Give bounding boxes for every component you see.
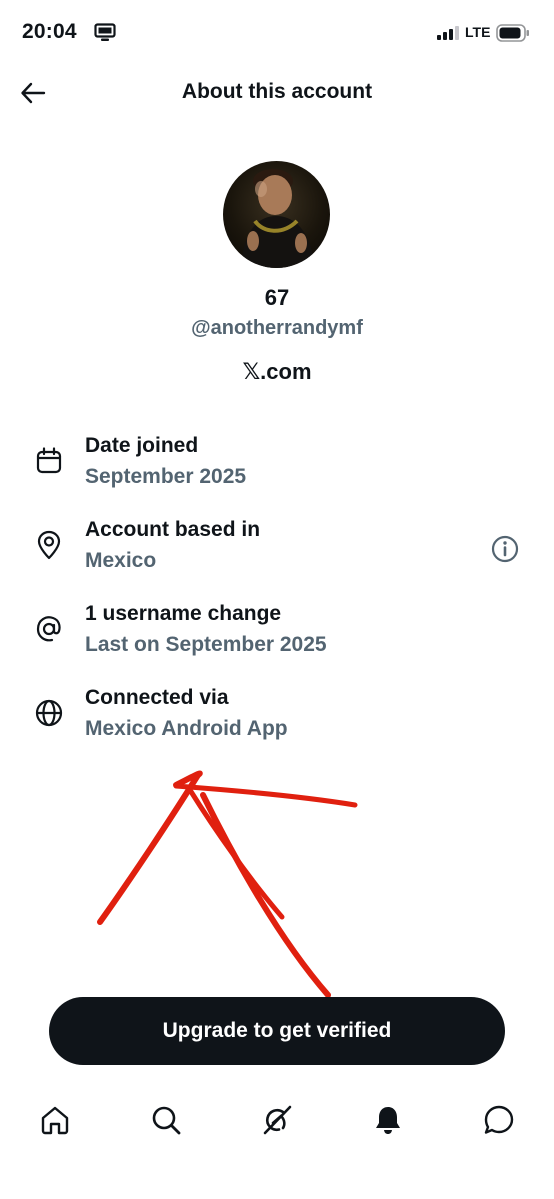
status-bar: 20:04 LTE [0, 0, 554, 66]
account-source: 𝕏.com [242, 359, 312, 384]
location-pin-icon [34, 530, 64, 560]
network-type: LTE [465, 24, 491, 40]
account-handle: @anotherrandymf [191, 317, 363, 339]
date-joined-value: September 2025 [85, 465, 247, 488]
username-change-label: 1 username change [85, 602, 282, 625]
grok-icon[interactable] [259, 1102, 295, 1138]
bottom-tab-bar [0, 1090, 554, 1150]
notifications-bell-icon[interactable] [370, 1102, 406, 1138]
at-sign-icon [34, 614, 64, 644]
status-time: 20:04 [22, 20, 77, 43]
screen-mirroring-icon [94, 23, 116, 47]
home-icon[interactable] [37, 1102, 73, 1138]
username-change-value: Last on September 2025 [85, 633, 327, 656]
connected-via-value: Mexico Android App [85, 717, 288, 740]
search-icon[interactable] [148, 1102, 184, 1138]
battery-icon [496, 24, 530, 47]
calendar-icon [34, 446, 64, 476]
account-based-in-label: Account based in [85, 518, 261, 541]
page-title: About this account [181, 80, 373, 103]
avatar [223, 161, 330, 268]
display-name: 67 [264, 285, 290, 310]
info-circle-icon[interactable] [490, 534, 520, 564]
account-based-in-value: Mexico [85, 549, 157, 572]
info-row-username-change: 1 username change Last on September 2025 [0, 602, 554, 672]
info-row-connected-via: Connected via Mexico Android App [0, 686, 554, 756]
upgrade-to-verified-button[interactable]: Upgrade to get verified [49, 997, 505, 1065]
connected-via-label: Connected via [85, 686, 229, 709]
info-row-date-joined: Date joined September 2025 [0, 434, 554, 504]
signal-bars-icon [437, 26, 459, 45]
globe-icon [34, 698, 64, 728]
messages-icon[interactable] [481, 1102, 517, 1138]
info-row-account-based-in: Account based in Mexico [0, 518, 554, 588]
date-joined-label: Date joined [85, 434, 199, 457]
